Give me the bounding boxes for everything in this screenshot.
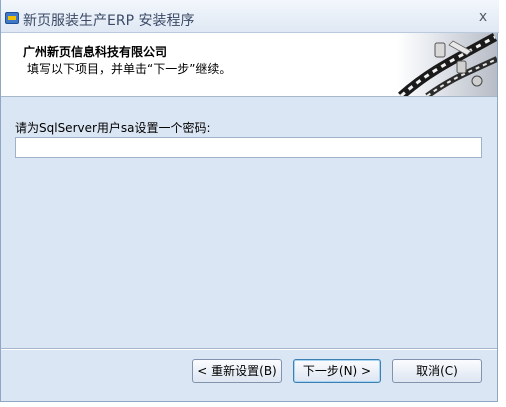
header-instruction: 填写以下项目，并单击“下一步”继续。 [27, 62, 232, 76]
close-button[interactable]: x [473, 7, 493, 27]
title-bar[interactable]: 新页服装生产ERP 安装程序 x [1, 0, 499, 33]
footer-divider [1, 348, 497, 350]
setup-banner-graphic-icon [397, 33, 497, 96]
password-label: 请为SqlServer用户sa设置一个密码: [15, 121, 211, 135]
sa-password-input[interactable] [15, 137, 482, 158]
installer-window: 新页服装生产ERP 安装程序 x 广州新页信息科技有限公司 填写以下项目，并单击… [0, 0, 499, 402]
installer-app-icon [5, 12, 19, 24]
reset-back-button[interactable]: < 重新设置(B) [192, 359, 282, 383]
wizard-header: 广州新页信息科技有限公司 填写以下项目，并单击“下一步”继续。 [1, 33, 497, 97]
next-button[interactable]: 下一步(N) > [293, 359, 381, 383]
header-company-title: 广州新页信息科技有限公司 [23, 45, 168, 59]
cancel-button[interactable]: 取消(C) [392, 359, 482, 383]
window-title: 新页服装生产ERP 安装程序 [23, 13, 195, 29]
